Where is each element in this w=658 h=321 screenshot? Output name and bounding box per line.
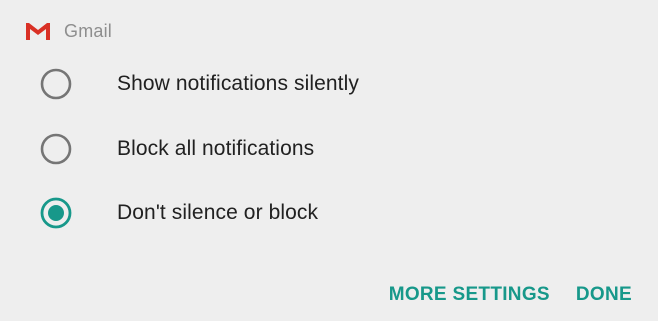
option-show-silently[interactable]: Show notifications silently bbox=[0, 56, 658, 112]
option-label: Show notifications silently bbox=[117, 72, 359, 95]
option-block-all[interactable]: Block all notifications bbox=[0, 121, 658, 177]
more-settings-button[interactable]: MORE SETTINGS bbox=[389, 284, 550, 306]
app-name: Gmail bbox=[64, 20, 113, 41]
app-header: Gmail bbox=[24, 18, 112, 44]
option-dont-silence[interactable]: Don't silence or block bbox=[0, 185, 658, 241]
dialog-actions: MORE SETTINGS DONE bbox=[389, 284, 632, 306]
radio-unchecked-icon[interactable] bbox=[40, 133, 72, 165]
option-label: Block all notifications bbox=[117, 137, 315, 160]
radio-unchecked-icon[interactable] bbox=[40, 68, 72, 100]
gmail-icon bbox=[26, 23, 50, 40]
done-button[interactable]: DONE bbox=[576, 284, 632, 306]
radio-checked-icon[interactable] bbox=[40, 197, 72, 229]
option-label: Don't silence or block bbox=[117, 201, 319, 224]
